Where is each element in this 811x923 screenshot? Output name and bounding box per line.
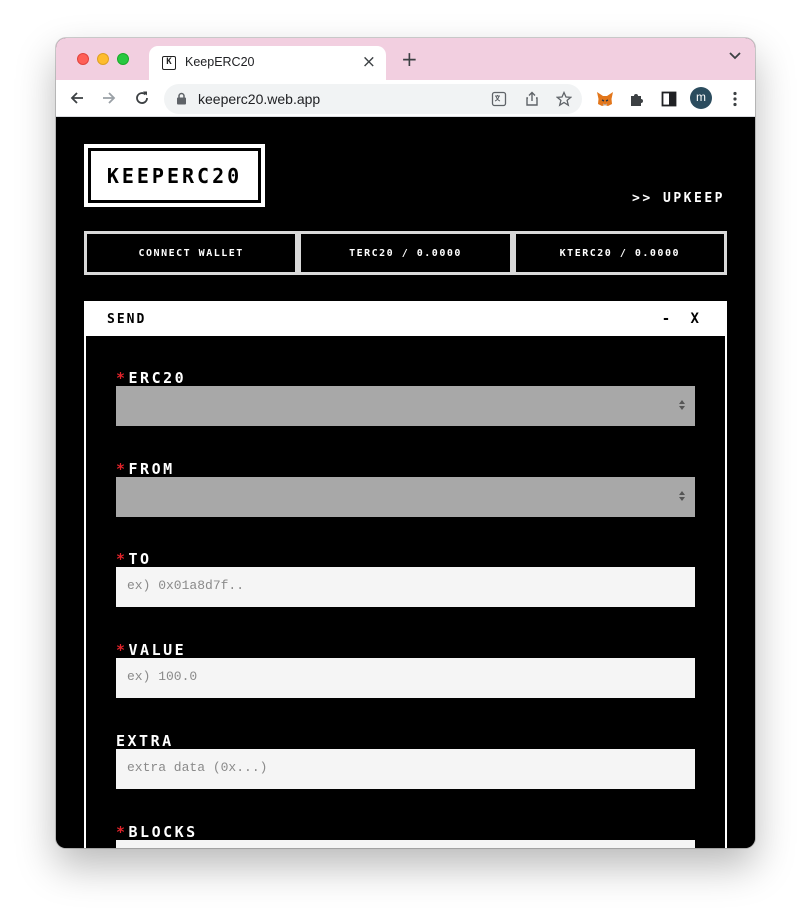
required-mark: * [116,823,128,841]
app-logo[interactable]: KEEPERC20 [84,144,265,207]
close-window-button[interactable] [77,53,89,65]
header-button-row: CONNECT WALLET TERC20 / 0.0000 KTERC20 /… [84,231,727,275]
minimize-window-button[interactable] [97,53,109,65]
erc20-field: *ERC20 [116,367,695,426]
from-select[interactable] [116,477,695,517]
extra-field: EXTRA extra data (0x...) [116,730,695,789]
required-mark: * [116,460,128,478]
panel-title: SEND [107,312,147,327]
lock-icon[interactable] [176,92,187,105]
logo-text: KEEPERC20 [106,163,243,188]
to-input[interactable]: ex) 0x01a8d7f.. [116,567,695,607]
blocks-field: *BLOCKS [116,821,695,848]
panel-minimize-close-controls[interactable]: - X [662,311,705,327]
page-content: KEEPERC20 >> UPKEEP CONNECT WALLET TERC2… [56,117,755,848]
forward-icon[interactable] [100,89,118,107]
panel-header: SEND - X [86,303,725,336]
to-field: *TO ex) 0x01a8d7f.. [116,548,695,607]
value-field: *VALUE ex) 100.0 [116,639,695,698]
required-mark: * [116,641,128,659]
maximize-window-button[interactable] [117,53,129,65]
select-arrows-icon [679,491,685,501]
translate-icon[interactable] [491,91,507,107]
url-text: keeperc20.web.app [198,91,321,107]
extra-placeholder: extra data (0x...) [127,760,268,775]
browser-window: K KeepERC20 × + keeperc20.web.app m KEEP… [56,38,755,848]
from-field: *FROM [116,458,695,517]
tab-bar: K KeepERC20 × + [56,38,755,80]
browser-tab[interactable]: K KeepERC20 × [149,46,386,80]
value-placeholder: ex) 100.0 [127,669,198,684]
erc20-select[interactable] [116,386,695,426]
blocks-input[interactable] [116,840,695,848]
reload-icon[interactable] [133,89,151,107]
bookmark-star-icon[interactable] [556,91,572,107]
extensions-puzzle-icon[interactable] [628,90,646,108]
tab-search-chevron-icon[interactable] [729,52,741,60]
send-panel: SEND - X *ERC20 *FROM *TO ex) 0x01a8d7f.… [84,301,727,848]
required-mark: * [116,550,128,568]
new-tab-icon[interactable]: + [401,49,418,69]
extra-input[interactable]: extra data (0x...) [116,749,695,789]
select-arrows-icon [679,400,685,410]
terc20-balance-button[interactable]: TERC20 / 0.0000 [298,231,513,275]
tab-title: KeepERC20 [185,55,255,69]
value-input[interactable]: ex) 100.0 [116,658,695,698]
to-placeholder: ex) 0x01a8d7f.. [127,578,245,593]
address-bar[interactable]: keeperc20.web.app [164,84,582,114]
favicon-icon: K [162,56,176,70]
required-mark: * [116,369,128,387]
kterc20-balance-button[interactable]: KTERC20 / 0.0000 [512,231,727,275]
browser-menu-icon[interactable] [726,90,744,108]
browser-toolbar: keeperc20.web.app m [56,80,755,117]
share-icon[interactable] [524,91,540,107]
connect-wallet-button[interactable]: CONNECT WALLET [84,231,299,275]
back-icon[interactable] [68,89,86,107]
upkeep-link[interactable]: >> UPKEEP [632,191,725,206]
logo-box: KEEPERC20 [91,151,258,200]
side-panel-icon[interactable] [660,90,678,108]
metamask-fox-icon[interactable] [596,90,614,108]
tab-close-icon[interactable]: × [362,52,376,72]
profile-avatar[interactable]: m [690,87,712,109]
